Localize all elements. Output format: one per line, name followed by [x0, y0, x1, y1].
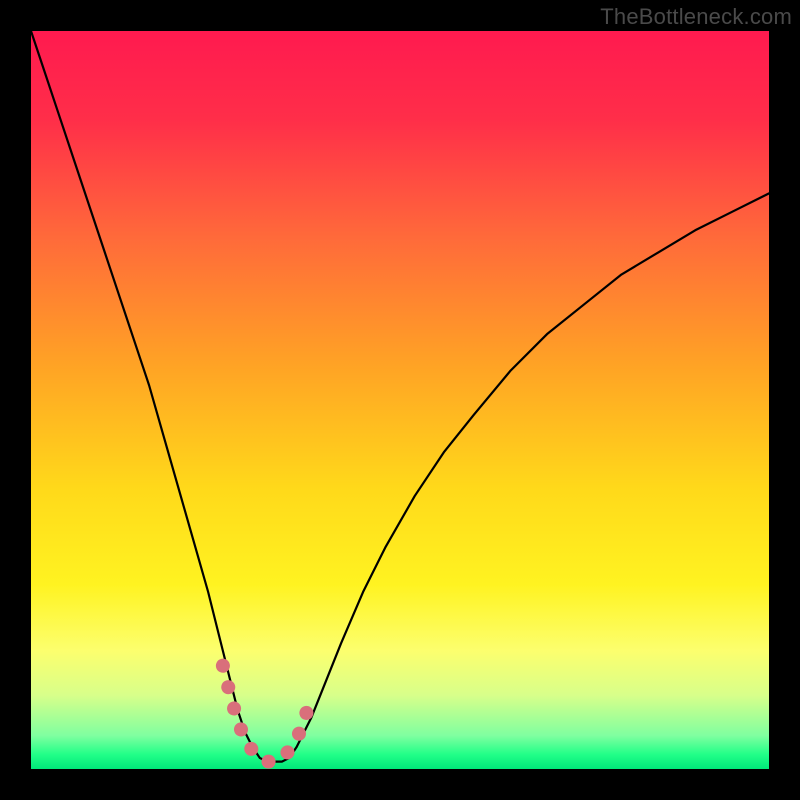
chart-svg [31, 31, 769, 769]
watermark-text: TheBottleneck.com [600, 4, 792, 30]
chart-frame: TheBottleneck.com [0, 0, 800, 800]
gradient-background [31, 31, 769, 769]
plot-area [31, 31, 769, 769]
